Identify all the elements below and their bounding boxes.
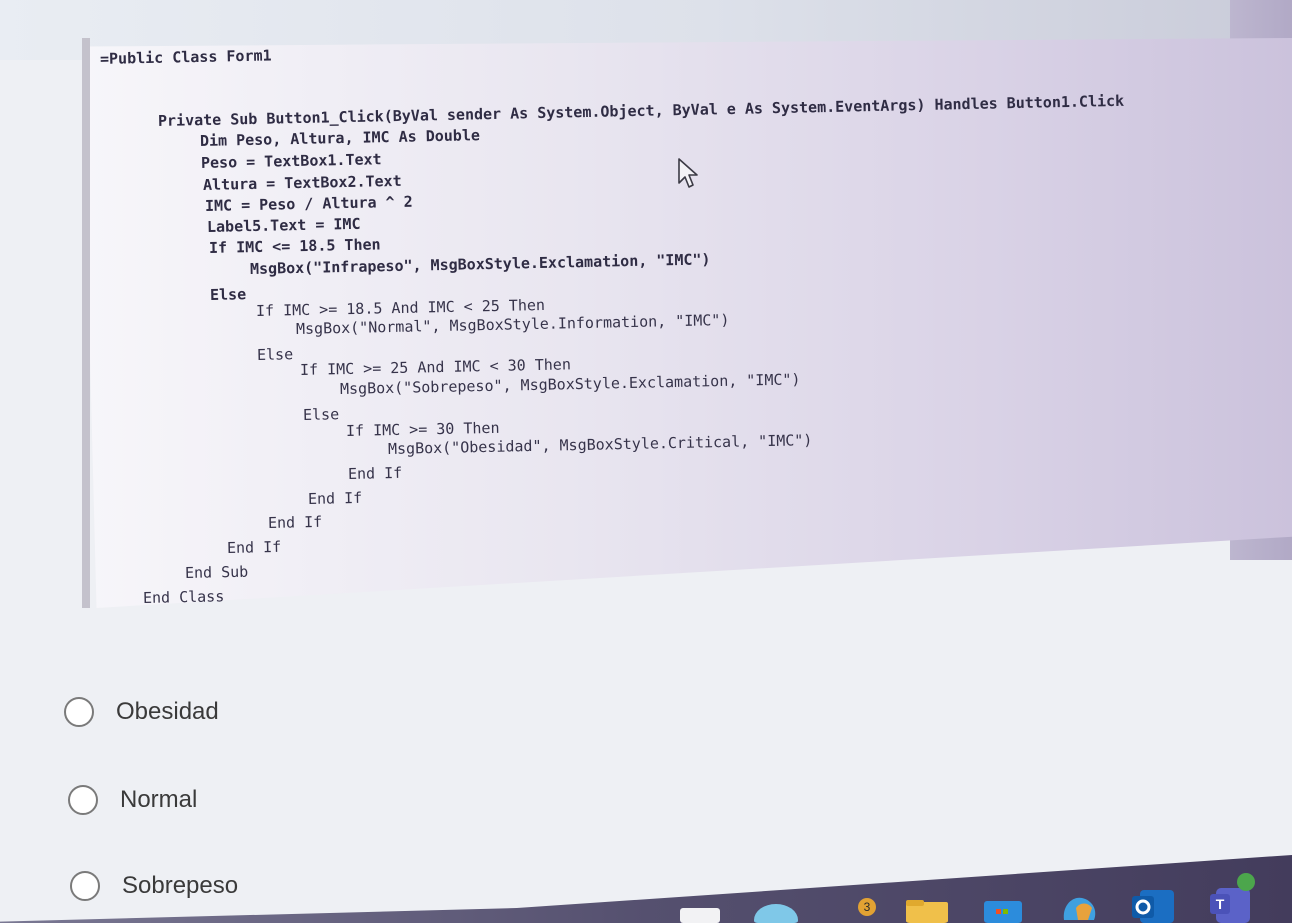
radio-button[interactable] <box>64 697 94 727</box>
widgets-icon[interactable] <box>680 908 720 923</box>
code-line: Else <box>302 405 340 424</box>
code-line: If IMC <= 18.5 Then <box>208 235 381 257</box>
copilot-icon[interactable] <box>1058 892 1100 923</box>
outlook-icon[interactable] <box>1130 886 1176 923</box>
code-line: End If <box>226 537 282 557</box>
code-line: If IMC >= 30 Then <box>345 418 500 440</box>
option-obesidad[interactable]: Obesidad <box>64 692 219 732</box>
chat-icon[interactable] <box>752 898 800 923</box>
notification-badge-icon: 3 <box>858 898 876 916</box>
code-editor-margin <box>82 38 90 608</box>
teams-icon[interactable]: T <box>1208 872 1260 923</box>
code-line: Peso = TextBox1.Text <box>200 150 382 172</box>
svg-text:T: T <box>1216 896 1225 912</box>
code-line: =Public Class Form1 <box>99 46 272 68</box>
file-explorer-icon[interactable] <box>904 898 950 923</box>
mouse-pointer-icon <box>678 158 698 188</box>
radio-button[interactable] <box>70 871 100 901</box>
code-line: Label5.Text = IMC <box>206 214 361 236</box>
code-line: End If <box>347 463 403 483</box>
radio-button[interactable] <box>68 785 98 815</box>
code-line: End If <box>267 512 323 532</box>
code-line: End Sub <box>184 562 249 582</box>
option-sobrepeso[interactable]: Sobrepeso <box>70 866 238 906</box>
option-label: Normal <box>120 786 198 813</box>
option-label: Obesidad <box>116 698 219 725</box>
store-icon[interactable] <box>982 895 1024 923</box>
code-line: Else <box>209 285 247 304</box>
option-normal[interactable]: Normal <box>68 780 197 820</box>
code-line: End Class <box>142 587 225 607</box>
option-label: Sobrepeso <box>122 872 239 899</box>
code-line: End If <box>307 488 363 508</box>
code-line: Else <box>256 345 294 364</box>
